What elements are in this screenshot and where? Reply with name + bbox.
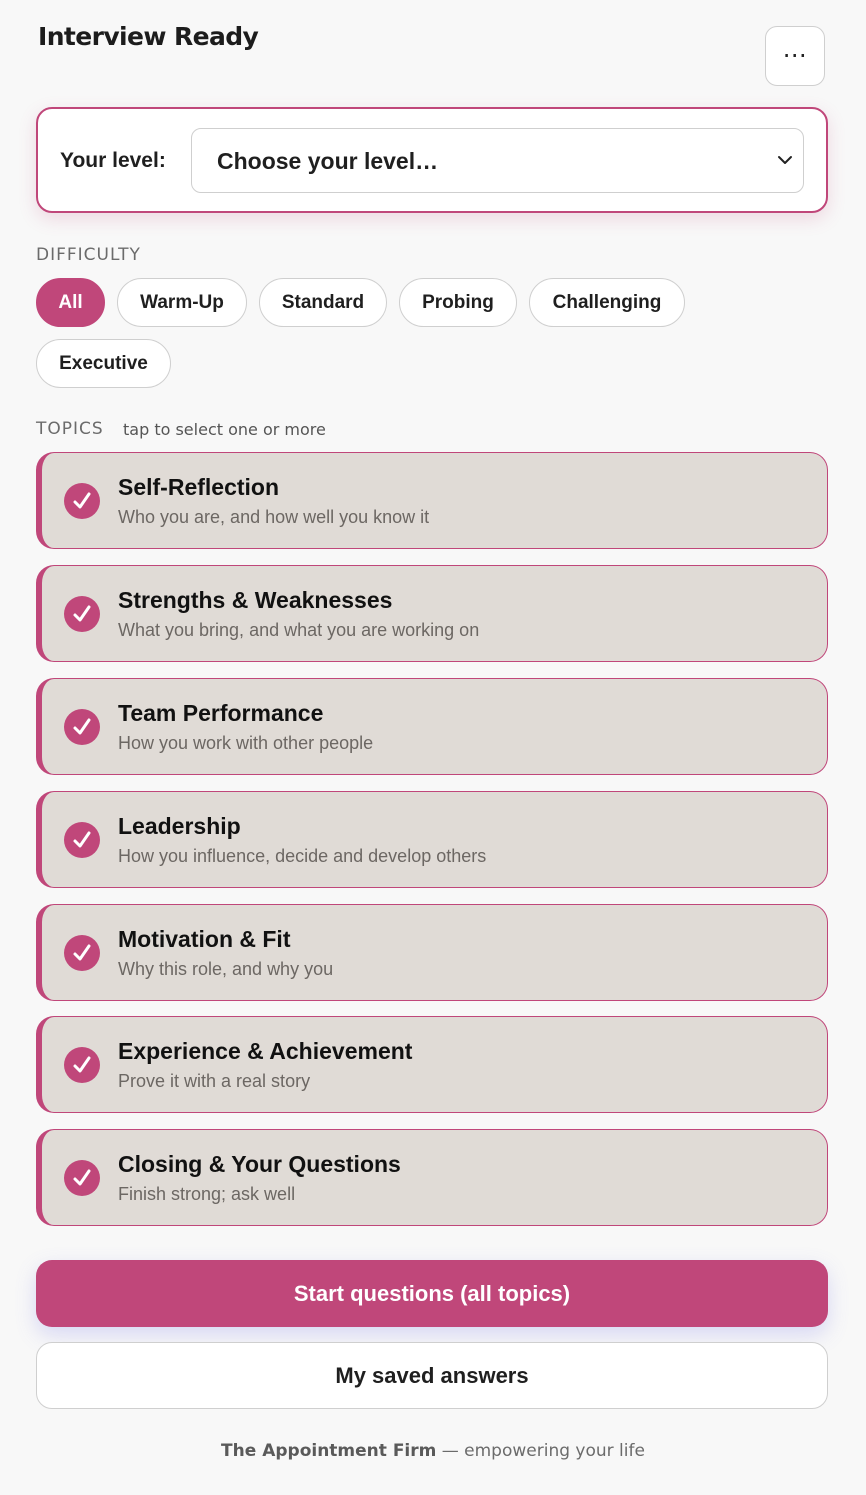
level-select[interactable]: Choose your level…: [191, 128, 804, 193]
topic-subtitle: Finish strong; ask well: [118, 1184, 296, 1204]
difficulty-pill-all[interactable]: All: [36, 278, 105, 327]
topic-title: Leadership: [118, 813, 241, 839]
difficulty-pill-warm-up[interactable]: Warm-Up: [117, 278, 247, 327]
difficulty-pill-probing[interactable]: Probing: [399, 278, 517, 327]
check-circle-icon: [64, 1160, 100, 1196]
topic-subtitle: Who you are, and how well you know it: [118, 507, 430, 527]
topics-label: TOPICS: [36, 419, 104, 439]
footer-tagline: — empowering your life: [436, 1441, 645, 1461]
difficulty-pill-executive[interactable]: Executive: [36, 339, 171, 388]
level-label: Your level:: [60, 149, 166, 172]
topic-title: Strengths & Weaknesses: [118, 587, 393, 613]
check-circle-icon: [64, 709, 100, 745]
check-circle-icon: [64, 822, 100, 858]
chevron-down-icon: [778, 156, 792, 164]
more-horizontal-icon: ⋯: [782, 42, 808, 69]
app-title: Interview Ready: [38, 22, 259, 51]
topic-subtitle: What you bring, and what you are working…: [118, 620, 480, 640]
topic-title: Team Performance: [118, 700, 324, 726]
check-circle-icon: [64, 596, 100, 632]
topic-subtitle: Why this role, and why you: [118, 959, 334, 979]
difficulty-pill-standard[interactable]: Standard: [259, 278, 387, 327]
start-questions-button[interactable]: Start questions (all topics): [36, 1260, 828, 1327]
topic-card-strengths-weaknesses[interactable]: Strengths & Weaknesses What you bring, a…: [36, 565, 828, 662]
topic-title: Closing & Your Questions: [118, 1151, 401, 1177]
footer-brand: The Appointment Firm: [221, 1441, 437, 1461]
topic-card-leadership[interactable]: Leadership How you influence, decide and…: [36, 791, 828, 888]
level-card: Your level: Choose your level…: [36, 107, 828, 213]
topic-title: Experience & Achievement: [118, 1038, 413, 1064]
topic-card-team-performance[interactable]: Team Performance How you work with other…: [36, 678, 828, 775]
topic-subtitle: How you influence, decide and develop ot…: [118, 846, 487, 866]
topic-card-experience-achievement[interactable]: Experience & Achievement Prove it with a…: [36, 1016, 828, 1113]
difficulty-pill-challenging[interactable]: Challenging: [529, 278, 685, 327]
topic-card-motivation-fit[interactable]: Motivation & Fit Why this role, and why …: [36, 904, 828, 1001]
topic-card-closing-questions[interactable]: Closing & Your Questions Finish strong; …: [36, 1129, 828, 1226]
topic-subtitle: How you work with other people: [118, 733, 374, 753]
check-circle-icon: [64, 1047, 100, 1083]
difficulty-label: DIFFICULTY: [36, 245, 141, 265]
saved-answers-button[interactable]: My saved answers: [36, 1342, 828, 1409]
topic-card-self-reflection[interactable]: Self-Reflection Who you are, and how wel…: [36, 452, 828, 549]
more-menu-button[interactable]: ⋯: [765, 26, 825, 86]
topics-hint: tap to select one or more: [123, 420, 326, 439]
check-circle-icon: [64, 483, 100, 519]
level-select-value: Choose your level…: [217, 148, 439, 174]
topic-title: Self-Reflection: [118, 474, 280, 500]
topic-title: Motivation & Fit: [118, 926, 291, 952]
check-circle-icon: [64, 935, 100, 971]
topic-subtitle: Prove it with a real story: [118, 1071, 311, 1091]
footer: The Appointment Firm — empowering your l…: [0, 1441, 866, 1461]
